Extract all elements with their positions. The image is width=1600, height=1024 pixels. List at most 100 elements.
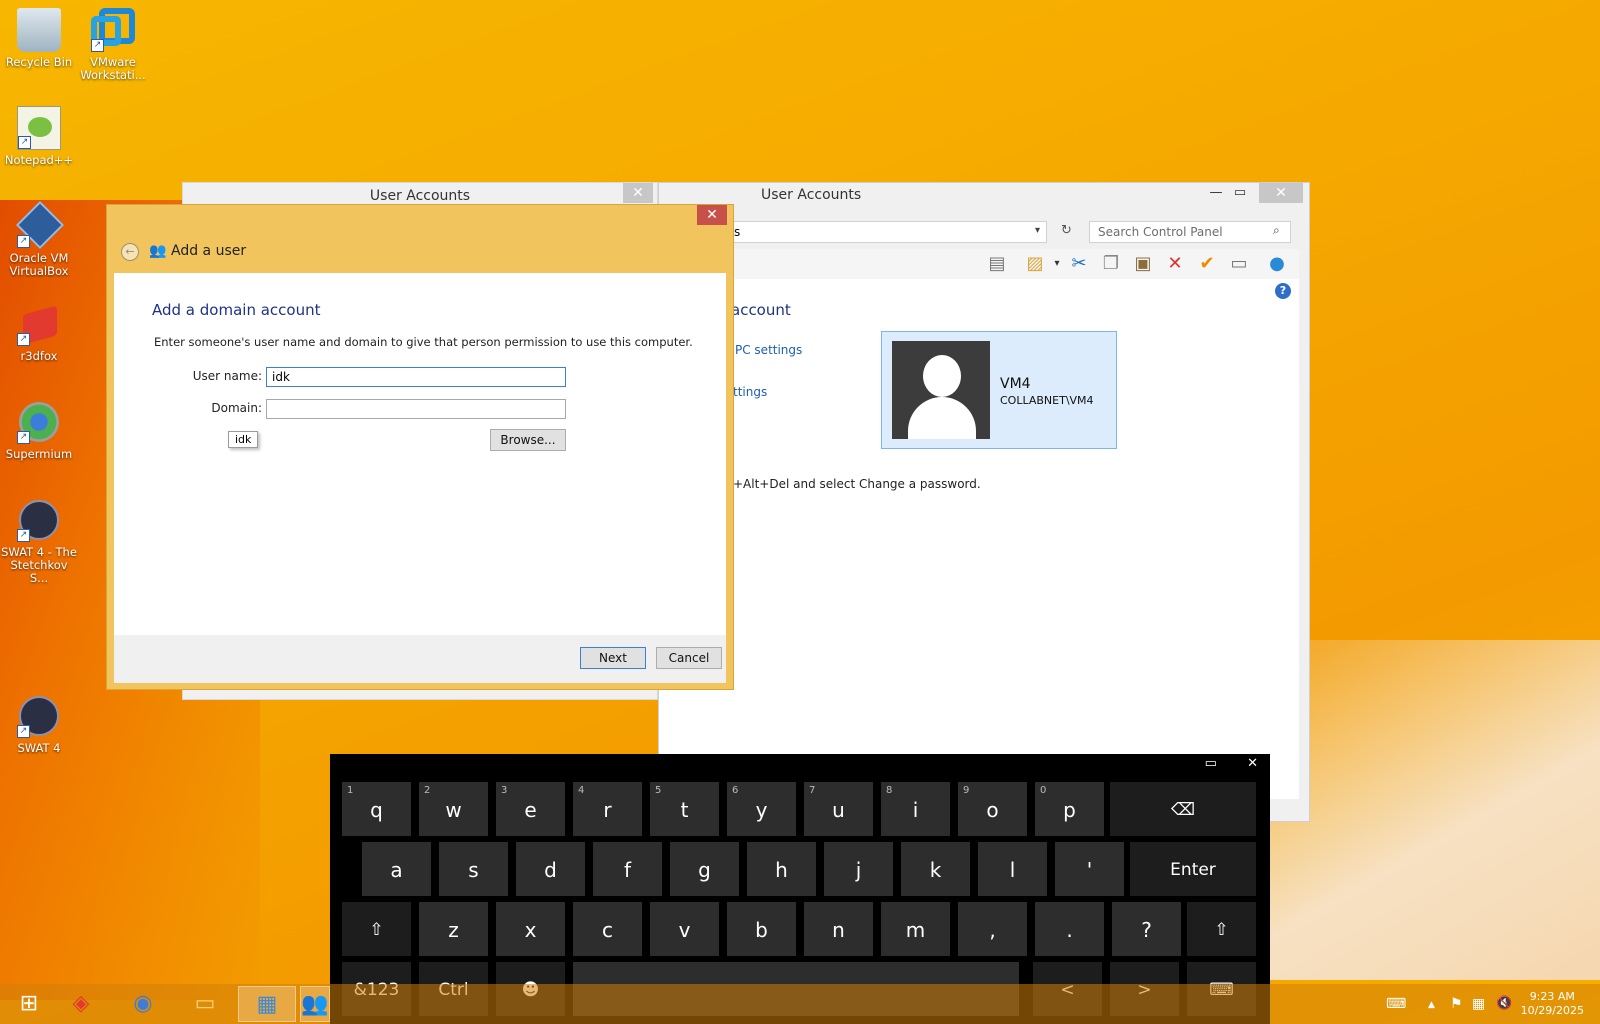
key-b[interactable]: b [727,902,796,956]
desktop-icon-notepadpp[interactable]: ↗ Notepad++ [0,106,78,167]
taskbar-r3dfox-icon[interactable]: ◈ [52,986,110,1022]
layout-icon[interactable]: ▤ [985,253,1009,275]
maximize-button[interactable]: ▭ [1227,185,1253,200]
back-arrow-icon[interactable]: ← [121,243,139,261]
enter-key[interactable]: Enter [1130,842,1256,896]
key-f[interactable]: f [593,842,662,896]
delete-icon[interactable]: ✕ [1163,253,1187,275]
key-y[interactable]: 6y [727,782,796,836]
key-apostrophe[interactable]: ' [1055,842,1124,896]
close-icon[interactable]: ✕ [1247,756,1258,771]
desktop-icon-virtualbox[interactable]: ↗ Oracle VM VirtualBox [0,200,78,278]
taskbar-control-panel-icon[interactable]: ▦ [238,986,296,1022]
dialog-body: Add a domain account Enter someone's use… [114,273,726,683]
tray-flag-icon[interactable]: ⚑ [1450,996,1463,1012]
key-number-hint: 5 [655,785,662,796]
taskbar-file-explorer-icon[interactable]: ▭ [176,986,234,1022]
properties-icon[interactable]: ▭ [1227,253,1251,275]
refresh-icon[interactable]: ↻ [1061,223,1072,238]
taskbar-user-accounts-icon[interactable]: 👥 [300,986,330,1022]
key-g[interactable]: g [670,842,739,896]
desktop-icon-recycle-bin[interactable]: Recycle Bin [0,8,78,69]
key-comma[interactable]: , [958,902,1027,956]
minimize-button[interactable]: — [1203,185,1229,200]
autocomplete-suggestion[interactable]: idk [228,431,259,448]
key-u[interactable]: 7u [804,782,873,836]
dialog-title: Add a user [171,243,247,259]
chevron-down-icon[interactable]: ▾ [1045,253,1069,275]
control-panel-window: User Accounts — ▭ ✕ s ▾ ↻ Search Control… [658,182,1310,822]
desktop-icon-swat4-stetchkov[interactable]: ↗ SWAT 4 - The Stetchkov S... [0,498,78,585]
key-q[interactable]: 1q [342,782,411,836]
key-w[interactable]: 2w [419,782,488,836]
key-j[interactable]: j [824,842,893,896]
pc-settings-link[interactable]: PC settings [735,343,802,357]
desktop-icon-vmware[interactable]: ↗ VMware Workstati... [74,8,152,82]
key-question[interactable]: ? [1112,902,1181,956]
chevron-down-icon[interactable]: ▾ [1035,225,1040,236]
search-input[interactable]: Search Control Panel [1089,221,1291,243]
key-h[interactable]: h [747,842,816,896]
tray-sound-muted-icon[interactable]: 🔇 [1496,996,1512,1011]
tray-show-hidden-icon[interactable]: ▲ [1428,1000,1435,1010]
shift-left-key[interactable]: ⇧ [342,902,411,956]
clock[interactable]: 9:23 AM 10/29/2025 [1521,990,1584,1018]
taskbar-supermium-icon[interactable]: ◉ [114,986,172,1022]
key-label: p [1063,798,1076,822]
user-avatar-icon [892,341,990,439]
folder-options-icon[interactable]: ▨ [1023,253,1047,275]
desktop-icon-label: Recycle Bin [5,55,73,69]
key-period[interactable]: . [1035,902,1104,956]
key-l[interactable]: l [978,842,1047,896]
key-e[interactable]: 3e [496,782,565,836]
key-label: u [832,798,845,822]
close-button[interactable]: ✕ [1259,183,1303,203]
cut-icon[interactable]: ✂ [1067,253,1091,275]
key-r[interactable]: 4r [573,782,642,836]
user-tile[interactable]: VM4 COLLABNET\VM4 [881,331,1117,449]
search-icon[interactable]: ⌕ [1273,223,1280,238]
start-button[interactable]: ⊞ [0,986,58,1022]
key-v[interactable]: v [650,902,719,956]
check-icon[interactable]: ✔ [1195,253,1219,275]
swat4-icon: ↗ [17,694,61,738]
key-x[interactable]: x [496,902,565,956]
username-input[interactable] [266,367,566,387]
dock-icon[interactable]: ▭ [1205,756,1217,771]
key-z[interactable]: z [419,902,488,956]
backspace-key[interactable]: ⌫ [1110,782,1256,836]
close-button[interactable]: ✕ [623,183,653,203]
key-p[interactable]: 0p [1035,782,1104,836]
key-d[interactable]: d [516,842,585,896]
key-m[interactable]: m [881,902,950,956]
clock-time: 9:23 AM [1529,990,1575,1003]
key-c[interactable]: c [573,902,642,956]
tray-network-icon[interactable]: ▦ [1472,996,1485,1012]
close-button[interactable]: ✕ [697,205,727,225]
globe-icon[interactable]: ● [1265,253,1289,275]
shortcut-arrow-icon: ↗ [17,529,30,542]
desktop-icon-label: Notepad++ [4,153,74,167]
key-a[interactable]: a [362,842,431,896]
tray-keyboard-icon[interactable]: ⌨ [1386,996,1406,1012]
shift-right-key[interactable]: ⇧ [1187,902,1256,956]
desktop-icon-r3dfox[interactable]: ↗ r3dfox [0,302,78,363]
cancel-button[interactable]: Cancel [656,647,722,669]
paste-icon[interactable]: ▣ [1131,253,1155,275]
settings-link[interactable]: ttings [733,385,767,399]
key-k[interactable]: k [901,842,970,896]
key-label: o [986,798,999,822]
domain-input[interactable] [266,399,566,419]
key-n[interactable]: n [804,902,873,956]
browse-button[interactable]: Browse... [490,429,566,451]
desktop-icon-supermium[interactable]: ↗ Supermium [0,400,78,461]
key-i[interactable]: 8i [881,782,950,836]
key-s[interactable]: s [439,842,508,896]
key-o[interactable]: 9o [958,782,1027,836]
key-t[interactable]: 5t [650,782,719,836]
help-icon[interactable]: ? [1275,283,1291,299]
next-button[interactable]: Next [580,647,646,669]
desktop-icon-swat4[interactable]: ↗ SWAT 4 [0,694,78,755]
copy-icon[interactable]: ❐ [1099,253,1123,275]
users-icon: 👥 [149,243,167,259]
